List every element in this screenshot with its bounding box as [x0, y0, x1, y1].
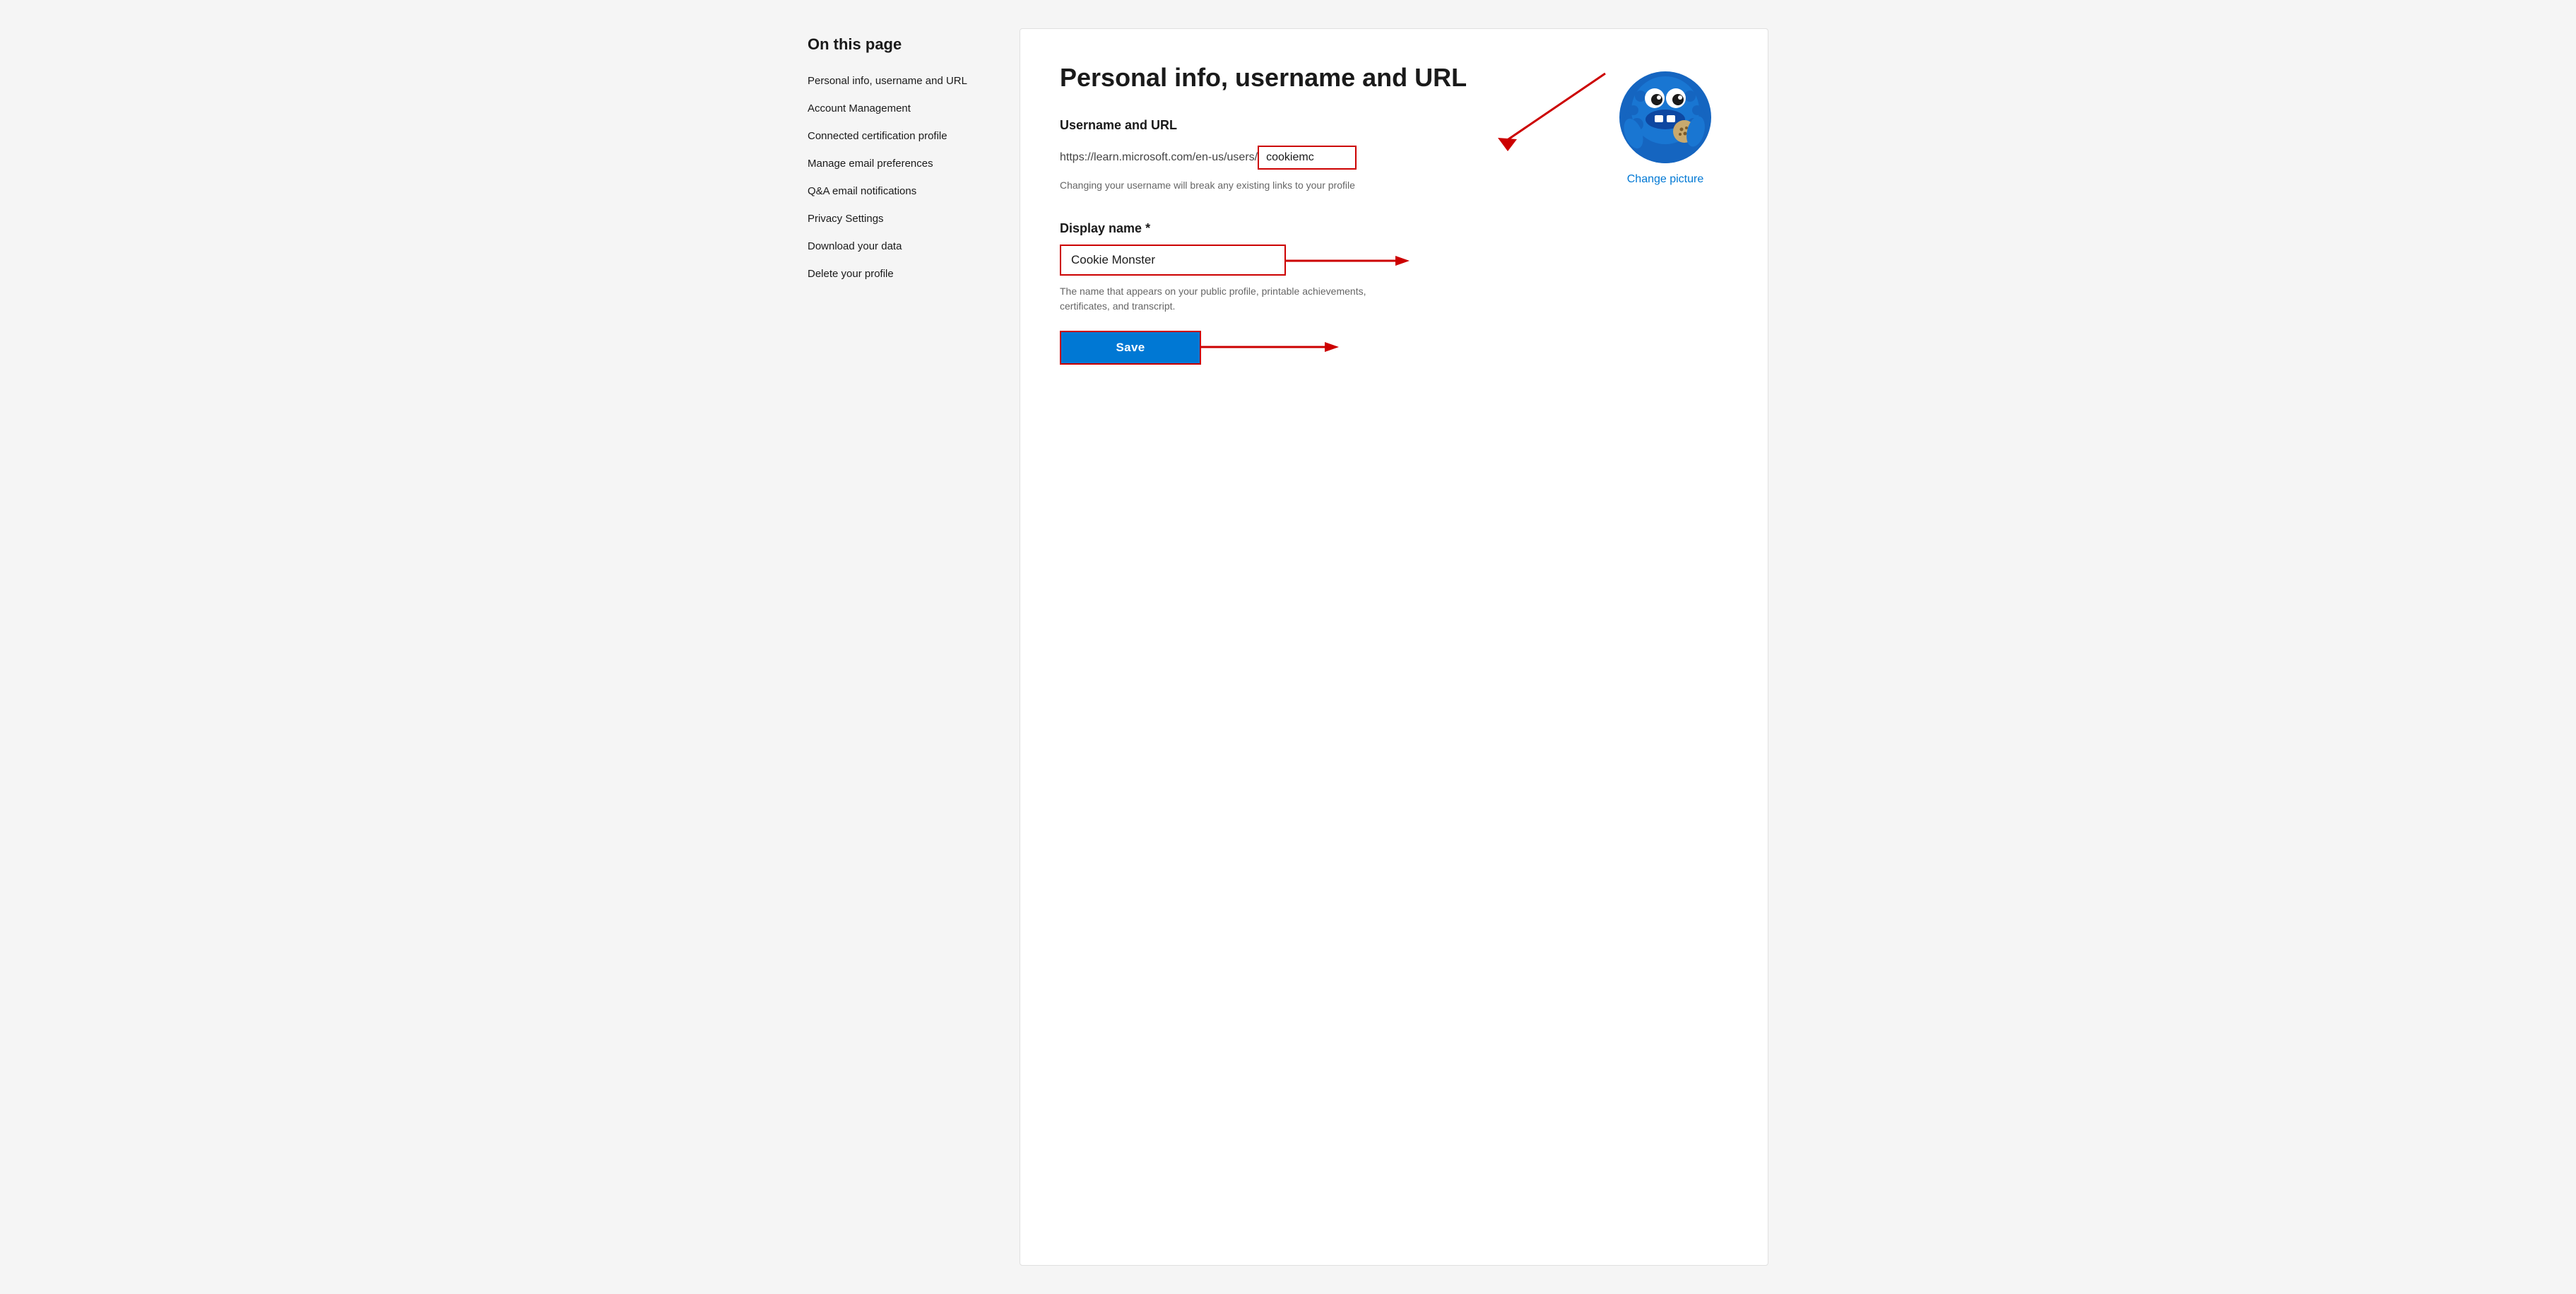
avatar — [1619, 71, 1711, 163]
sidebar-item-email-prefs[interactable]: Manage email preferences — [808, 156, 991, 171]
display-name-input[interactable] — [1060, 245, 1286, 276]
required-star: * — [1145, 221, 1150, 235]
sidebar-item-download-data[interactable]: Download your data — [808, 239, 991, 254]
display-name-input-wrapper — [1060, 245, 1286, 276]
username-input[interactable] — [1258, 146, 1357, 170]
username-section: Username and URL https://learn.microsoft… — [1060, 118, 1540, 193]
change-picture-link[interactable]: Change picture — [1627, 173, 1704, 186]
save-button[interactable]: Save — [1060, 331, 1201, 365]
display-name-label: Display name * — [1060, 221, 1540, 236]
arrow-display-name — [1286, 250, 1413, 271]
sidebar-title: On this page — [808, 35, 991, 54]
sidebar-item-account-management[interactable]: Account Management — [808, 101, 991, 116]
arrow-save — [1201, 336, 1342, 358]
sidebar-item-delete-profile[interactable]: Delete your profile — [808, 266, 991, 281]
username-section-title: Username and URL — [1060, 118, 1540, 133]
sidebar-item-privacy-settings[interactable]: Privacy Settings — [808, 211, 991, 226]
save-button-wrapper: Save — [1060, 331, 1201, 365]
content-area: Username and URL https://learn.microsoft… — [1060, 118, 1540, 365]
sidebar-nav: Personal info, username and URL Account … — [808, 73, 991, 281]
display-name-hint: The name that appears on your public pro… — [1060, 284, 1399, 314]
sidebar: On this page Personal info, username and… — [808, 28, 991, 1266]
url-prefix: https://learn.microsoft.com/en-us/users/ — [1060, 151, 1258, 164]
username-input-wrapper — [1258, 146, 1357, 170]
avatar-image — [1619, 71, 1711, 163]
url-row: https://learn.microsoft.com/en-us/users/ — [1060, 146, 1540, 170]
profile-picture-area: Change picture — [1619, 71, 1711, 186]
url-warning: Changing your username will break any ex… — [1060, 178, 1399, 193]
sidebar-item-connected-cert[interactable]: Connected certification profile — [808, 129, 991, 143]
main-content: Change picture Personal info, username a… — [1020, 28, 1768, 1266]
sidebar-item-qa-notifications[interactable]: Q&A email notifications — [808, 184, 991, 199]
sidebar-item-personal-info[interactable]: Personal info, username and URL — [808, 73, 991, 88]
display-name-section: Display name * The name that appears on … — [1060, 221, 1540, 365]
